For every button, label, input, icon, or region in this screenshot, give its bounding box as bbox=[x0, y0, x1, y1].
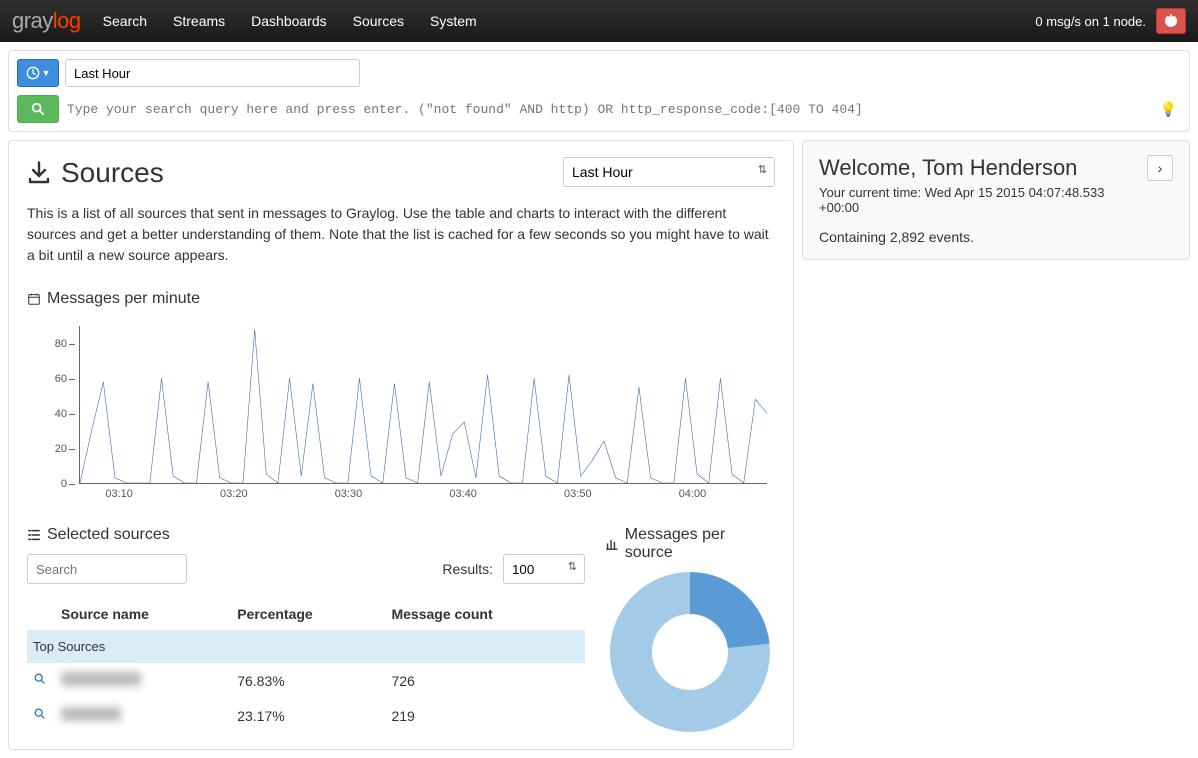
nav-item-search[interactable]: Search bbox=[103, 13, 147, 29]
welcome-time: Your current time: Wed Apr 15 2015 04:07… bbox=[819, 185, 1139, 215]
col-percentage[interactable]: Percentage bbox=[231, 598, 385, 630]
logo[interactable]: graylog bbox=[12, 8, 81, 34]
navbar: graylog Search Streams Dashboards Source… bbox=[0, 0, 1198, 42]
logo-log: log bbox=[53, 8, 81, 33]
results-select[interactable]: 100 bbox=[503, 554, 585, 584]
search-button[interactable] bbox=[17, 95, 59, 123]
cell-percentage: 76.83% bbox=[231, 663, 385, 698]
nav-item-dashboards[interactable]: Dashboards bbox=[251, 13, 327, 29]
download-icon bbox=[27, 161, 51, 185]
range-select[interactable]: Last Hour bbox=[563, 157, 775, 187]
welcome-title: Welcome, Tom Henderson bbox=[819, 155, 1139, 181]
node-status: 0 msg/s on 1 node. bbox=[1035, 14, 1146, 29]
group-row: Top Sources bbox=[27, 630, 585, 663]
welcome-events: Containing 2,892 events. bbox=[819, 229, 1139, 245]
nav-item-system[interactable]: System bbox=[430, 13, 477, 29]
section-messages-per-source: Messages per source bbox=[605, 526, 775, 562]
main-panel: Sources Last Hour This is a list of all … bbox=[8, 140, 794, 750]
barchart-icon bbox=[605, 537, 619, 551]
tip-bulb-icon[interactable]: 💡 bbox=[1160, 101, 1181, 118]
cell-percentage: 23.17% bbox=[231, 698, 385, 733]
table-row[interactable]: 23.17% 219 bbox=[27, 698, 585, 733]
sources-table: Source name Percentage Message count Top… bbox=[27, 598, 585, 733]
page-title: Sources bbox=[27, 157, 164, 189]
query-input[interactable] bbox=[65, 98, 1154, 121]
table-row[interactable]: 76.83% 726 bbox=[27, 663, 585, 698]
list-icon bbox=[27, 528, 41, 542]
section-per-source-title: Messages per source bbox=[625, 526, 775, 562]
power-button[interactable] bbox=[1156, 8, 1186, 34]
page-title-text: Sources bbox=[61, 157, 164, 189]
power-icon bbox=[1164, 14, 1178, 28]
nav-right: 0 msg/s on 1 node. bbox=[1035, 8, 1186, 34]
search-icon bbox=[31, 102, 45, 116]
page-description: This is a list of all sources that sent … bbox=[27, 203, 775, 266]
cell-count: 726 bbox=[385, 663, 585, 698]
cell-source bbox=[55, 663, 231, 698]
nav-item-sources[interactable]: Sources bbox=[353, 13, 404, 29]
col-message-count[interactable]: Message count bbox=[385, 598, 585, 630]
nav-items: Search Streams Dashboards Sources System bbox=[103, 13, 477, 29]
expand-button[interactable]: › bbox=[1147, 155, 1173, 181]
calendar-icon bbox=[27, 292, 41, 306]
nav-item-streams[interactable]: Streams bbox=[173, 13, 225, 29]
line-chart[interactable]: 020406080 03:1003:2003:3003:4003:5004:00 bbox=[27, 318, 775, 508]
section-chart-title: Messages per minute bbox=[47, 290, 200, 308]
section-selected-title: Selected sources bbox=[47, 526, 170, 544]
section-selected-sources: Selected sources bbox=[27, 526, 585, 544]
row-search-icon[interactable] bbox=[27, 663, 55, 698]
results-label: Results: bbox=[442, 561, 493, 577]
time-preset-button[interactable]: ▼ bbox=[17, 59, 59, 87]
donut-chart[interactable] bbox=[610, 572, 770, 732]
col-source-name[interactable]: Source name bbox=[55, 598, 231, 630]
section-messages-per-minute: Messages per minute bbox=[27, 290, 775, 308]
cell-source bbox=[55, 698, 231, 733]
time-range-input[interactable] bbox=[65, 59, 360, 87]
clock-icon bbox=[26, 66, 40, 80]
row-search-icon[interactable] bbox=[27, 698, 55, 733]
side-panel: Welcome, Tom Henderson Your current time… bbox=[802, 140, 1190, 260]
cell-count: 219 bbox=[385, 698, 585, 733]
caret-down-icon: ▼ bbox=[42, 68, 51, 78]
search-bar: ▼ 💡 bbox=[8, 50, 1190, 132]
source-filter-input[interactable] bbox=[27, 554, 187, 584]
chevron-right-icon: › bbox=[1158, 160, 1163, 176]
logo-gray: gray bbox=[12, 8, 53, 33]
